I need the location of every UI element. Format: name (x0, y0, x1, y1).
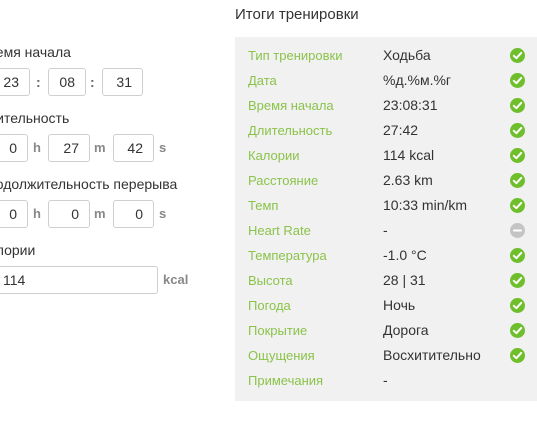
start-second-input[interactable]: 31 (102, 68, 143, 96)
duration-hours-unit: h (33, 140, 41, 155)
summary-key: Время начала (248, 98, 334, 113)
summary-title: Итоги тренировки (235, 6, 359, 23)
summary-value: 23:08:31 (383, 97, 438, 113)
start-hour-input[interactable]: 23 (0, 68, 30, 96)
summary-value: Ходьба (383, 47, 431, 63)
duration-label: лительность (0, 110, 70, 126)
summary-row: Температура -1.0 °C (235, 243, 537, 268)
summary-key: Погода (248, 298, 291, 313)
summary-value: Восхитительно (383, 347, 481, 363)
summary-value: 28 | 31 (383, 272, 426, 288)
summary-value: Дорога (383, 322, 429, 338)
summary-row: Ощущения Восхитительно (235, 343, 537, 368)
summary-key: Дата (248, 73, 277, 88)
summary-key: Темп (248, 198, 279, 213)
start-sep-1: : (36, 74, 41, 90)
check-circle-icon (510, 198, 525, 213)
summary-value: 27:42 (383, 122, 419, 138)
check-circle-icon (510, 98, 525, 113)
check-circle-icon (510, 323, 525, 338)
break-minutes-unit: m (94, 206, 106, 221)
break-hours-unit: h (33, 206, 41, 221)
break-hours-input[interactable]: 0 (0, 200, 28, 228)
summary-value: 10:33 min/km (383, 197, 468, 213)
summary-row: Время начала 23:08:31 (235, 93, 537, 118)
break-minutes-input[interactable]: 0 (48, 200, 90, 228)
summary-value: Ночь (383, 297, 416, 313)
summary-panel: Тип тренировки Ходьба Дата %д.%м.%г Время на… (235, 37, 537, 401)
check-circle-icon (510, 248, 525, 263)
summary-row: Дата %д.%м.%г (235, 68, 537, 93)
summary-key: Высота (248, 273, 293, 288)
summary-row: Калории 114 kcal (235, 143, 537, 168)
summary-key: Heart Rate (248, 223, 311, 238)
check-circle-icon (510, 123, 525, 138)
break-seconds-unit: s (159, 206, 167, 221)
check-circle-icon (510, 148, 525, 163)
calories-input[interactable]: 114 (0, 266, 158, 294)
duration-seconds-input[interactable]: 42 (113, 134, 154, 162)
summary-row: Покрытие Дорога (235, 318, 537, 343)
check-circle-icon (510, 73, 525, 88)
summary-key: Калории (248, 148, 300, 163)
duration-hours-input[interactable]: 0 (0, 134, 28, 162)
summary-key: Расстояние (248, 173, 319, 188)
break-duration-label: родолжительность перерыва (0, 176, 178, 192)
duration-minutes-input[interactable]: 27 (48, 134, 90, 162)
start-time-label: ремя начала (0, 44, 71, 60)
duration-minutes-unit: m (94, 140, 106, 155)
start-minute-input[interactable]: 08 (48, 68, 86, 96)
summary-value: 2.63 km (383, 172, 433, 188)
start-sep-2: : (90, 74, 95, 90)
summary-row: Тип тренировки Ходьба (235, 43, 537, 68)
summary-key: Примечания (248, 373, 324, 388)
summary-value: - (383, 372, 388, 388)
summary-key: Ощущения (248, 348, 315, 363)
summary-value: -1.0 °C (383, 247, 427, 263)
summary-row: Погода Ночь (235, 293, 537, 318)
break-seconds-input[interactable]: 0 (113, 200, 154, 228)
summary-value: %д.%м.%г (383, 72, 452, 88)
summary-key: Температура (248, 248, 327, 263)
duration-seconds-unit: s (159, 140, 167, 155)
summary-key: Тип тренировки (248, 48, 343, 63)
calories-unit: kcal (163, 272, 189, 287)
summary-row: Примечания - (235, 368, 537, 393)
check-circle-icon (510, 273, 525, 288)
check-circle-icon (510, 298, 525, 313)
summary-row: Heart Rate - (235, 218, 537, 243)
summary-key: Покрытие (248, 323, 308, 338)
summary-row: Расстояние 2.63 km (235, 168, 537, 193)
summary-key: Длительность (248, 123, 333, 138)
summary-row: Длительность 27:42 (235, 118, 537, 143)
calories-label: алории (0, 242, 36, 258)
check-circle-icon (510, 173, 525, 188)
summary-row: Высота 28 | 31 (235, 268, 537, 293)
summary-row: Темп 10:33 min/km (235, 193, 537, 218)
summary-value: 114 kcal (383, 147, 435, 163)
minus-circle-icon (510, 223, 525, 238)
workout-form: ремя начала 23 : 08 : 31 лительность 0 h… (0, 0, 225, 424)
summary-value: - (383, 222, 388, 238)
check-circle-icon (510, 48, 525, 63)
check-circle-icon (510, 348, 525, 363)
